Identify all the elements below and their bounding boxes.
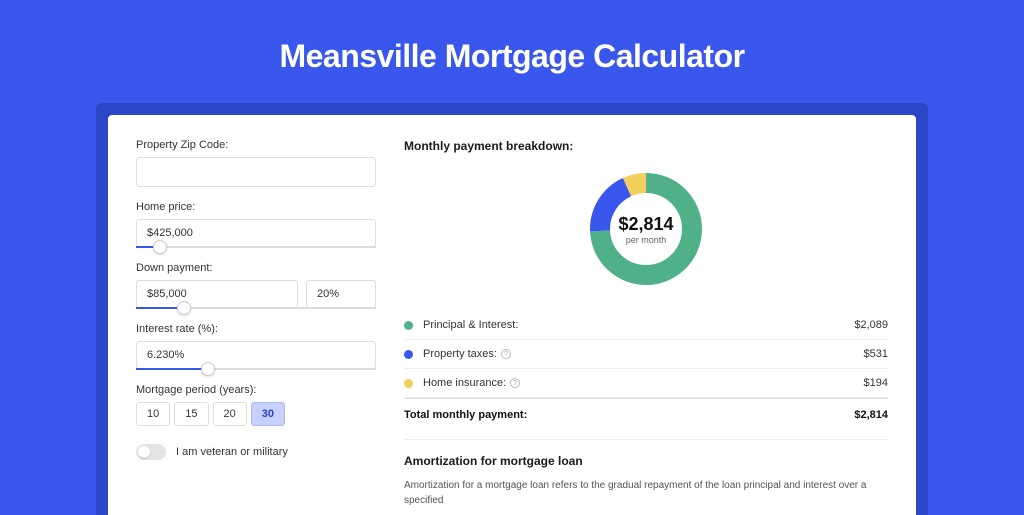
rate-label: Interest rate (%): <box>136 323 376 335</box>
legend-text: Property taxes: <box>423 348 497 360</box>
donut-amount: $2,814 <box>618 214 673 235</box>
amortization-text: Amortization for a mortgage loan refers … <box>404 478 888 508</box>
down-payment-label: Down payment: <box>136 262 376 274</box>
slider-thumb[interactable] <box>177 301 191 315</box>
donut-sub: per month <box>626 235 667 245</box>
slider-thumb[interactable] <box>201 362 215 376</box>
legend-text: Home insurance: <box>423 377 506 389</box>
legend-row-taxes: Property taxes: ? $531 <box>404 340 888 369</box>
veteran-row: I am veteran or military <box>136 444 376 460</box>
rate-input[interactable] <box>136 341 376 369</box>
donut-center: $2,814 per month <box>586 169 706 289</box>
down-payment-slider[interactable] <box>136 307 376 309</box>
page-title: Meansville Mortgage Calculator <box>0 38 1024 75</box>
home-price-label: Home price: <box>136 201 376 213</box>
legend-value: $2,089 <box>854 319 888 331</box>
legend: Principal & Interest: $2,089 Property ta… <box>404 311 888 431</box>
total-value: $2,814 <box>854 409 888 421</box>
page-header: Meansville Mortgage Calculator <box>0 0 1024 103</box>
period-option-10[interactable]: 10 <box>136 402 170 426</box>
info-icon[interactable]: ? <box>510 378 520 388</box>
home-price-field: Home price: <box>136 201 376 248</box>
dot-icon <box>404 379 413 388</box>
period-row: 10 15 20 30 <box>136 402 376 426</box>
period-option-20[interactable]: 20 <box>213 402 247 426</box>
amortization-title: Amortization for mortgage loan <box>404 454 888 468</box>
breakdown-pane: Monthly payment breakdown: $2,814 per mo… <box>404 139 888 515</box>
legend-value: $531 <box>864 348 888 360</box>
dot-icon <box>404 321 413 330</box>
down-payment-pct-input[interactable] <box>306 280 376 308</box>
down-payment-field: Down payment: <box>136 262 376 309</box>
donut-chart: $2,814 per month <box>586 169 706 289</box>
legend-row-principal: Principal & Interest: $2,089 <box>404 311 888 340</box>
legend-label: Principal & Interest: <box>423 319 854 331</box>
period-label: Mortgage period (years): <box>136 384 376 396</box>
home-price-input[interactable] <box>136 219 376 247</box>
rate-field: Interest rate (%): <box>136 323 376 370</box>
period-option-15[interactable]: 15 <box>174 402 208 426</box>
legend-value: $194 <box>864 377 888 389</box>
calculator-card: Property Zip Code: Home price: Down paym… <box>108 115 916 515</box>
card-backdrop: Property Zip Code: Home price: Down paym… <box>96 103 928 515</box>
dot-icon <box>404 350 413 359</box>
legend-row-insurance: Home insurance: ? $194 <box>404 369 888 398</box>
home-price-slider[interactable] <box>136 246 376 248</box>
zip-field: Property Zip Code: <box>136 139 376 187</box>
rate-slider[interactable] <box>136 368 376 370</box>
down-payment-input[interactable] <box>136 280 298 308</box>
breakdown-title: Monthly payment breakdown: <box>404 139 888 153</box>
form-pane: Property Zip Code: Home price: Down paym… <box>136 139 376 515</box>
total-label: Total monthly payment: <box>404 409 854 421</box>
legend-label: Home insurance: ? <box>423 377 864 389</box>
info-icon[interactable]: ? <box>501 349 511 359</box>
veteran-label: I am veteran or military <box>176 446 288 458</box>
slider-thumb[interactable] <box>153 240 167 254</box>
zip-input[interactable] <box>136 157 376 187</box>
donut-wrap: $2,814 per month <box>404 163 888 307</box>
amortization-section: Amortization for mortgage loan Amortizat… <box>404 439 888 508</box>
veteran-toggle[interactable] <box>136 444 166 460</box>
slider-fill <box>136 368 208 370</box>
legend-row-total: Total monthly payment: $2,814 <box>404 398 888 431</box>
zip-label: Property Zip Code: <box>136 139 376 151</box>
period-option-30[interactable]: 30 <box>251 402 285 426</box>
legend-text: Principal & Interest: <box>423 319 518 331</box>
period-field: Mortgage period (years): 10 15 20 30 <box>136 384 376 426</box>
legend-label: Property taxes: ? <box>423 348 864 360</box>
down-payment-row <box>136 280 376 308</box>
